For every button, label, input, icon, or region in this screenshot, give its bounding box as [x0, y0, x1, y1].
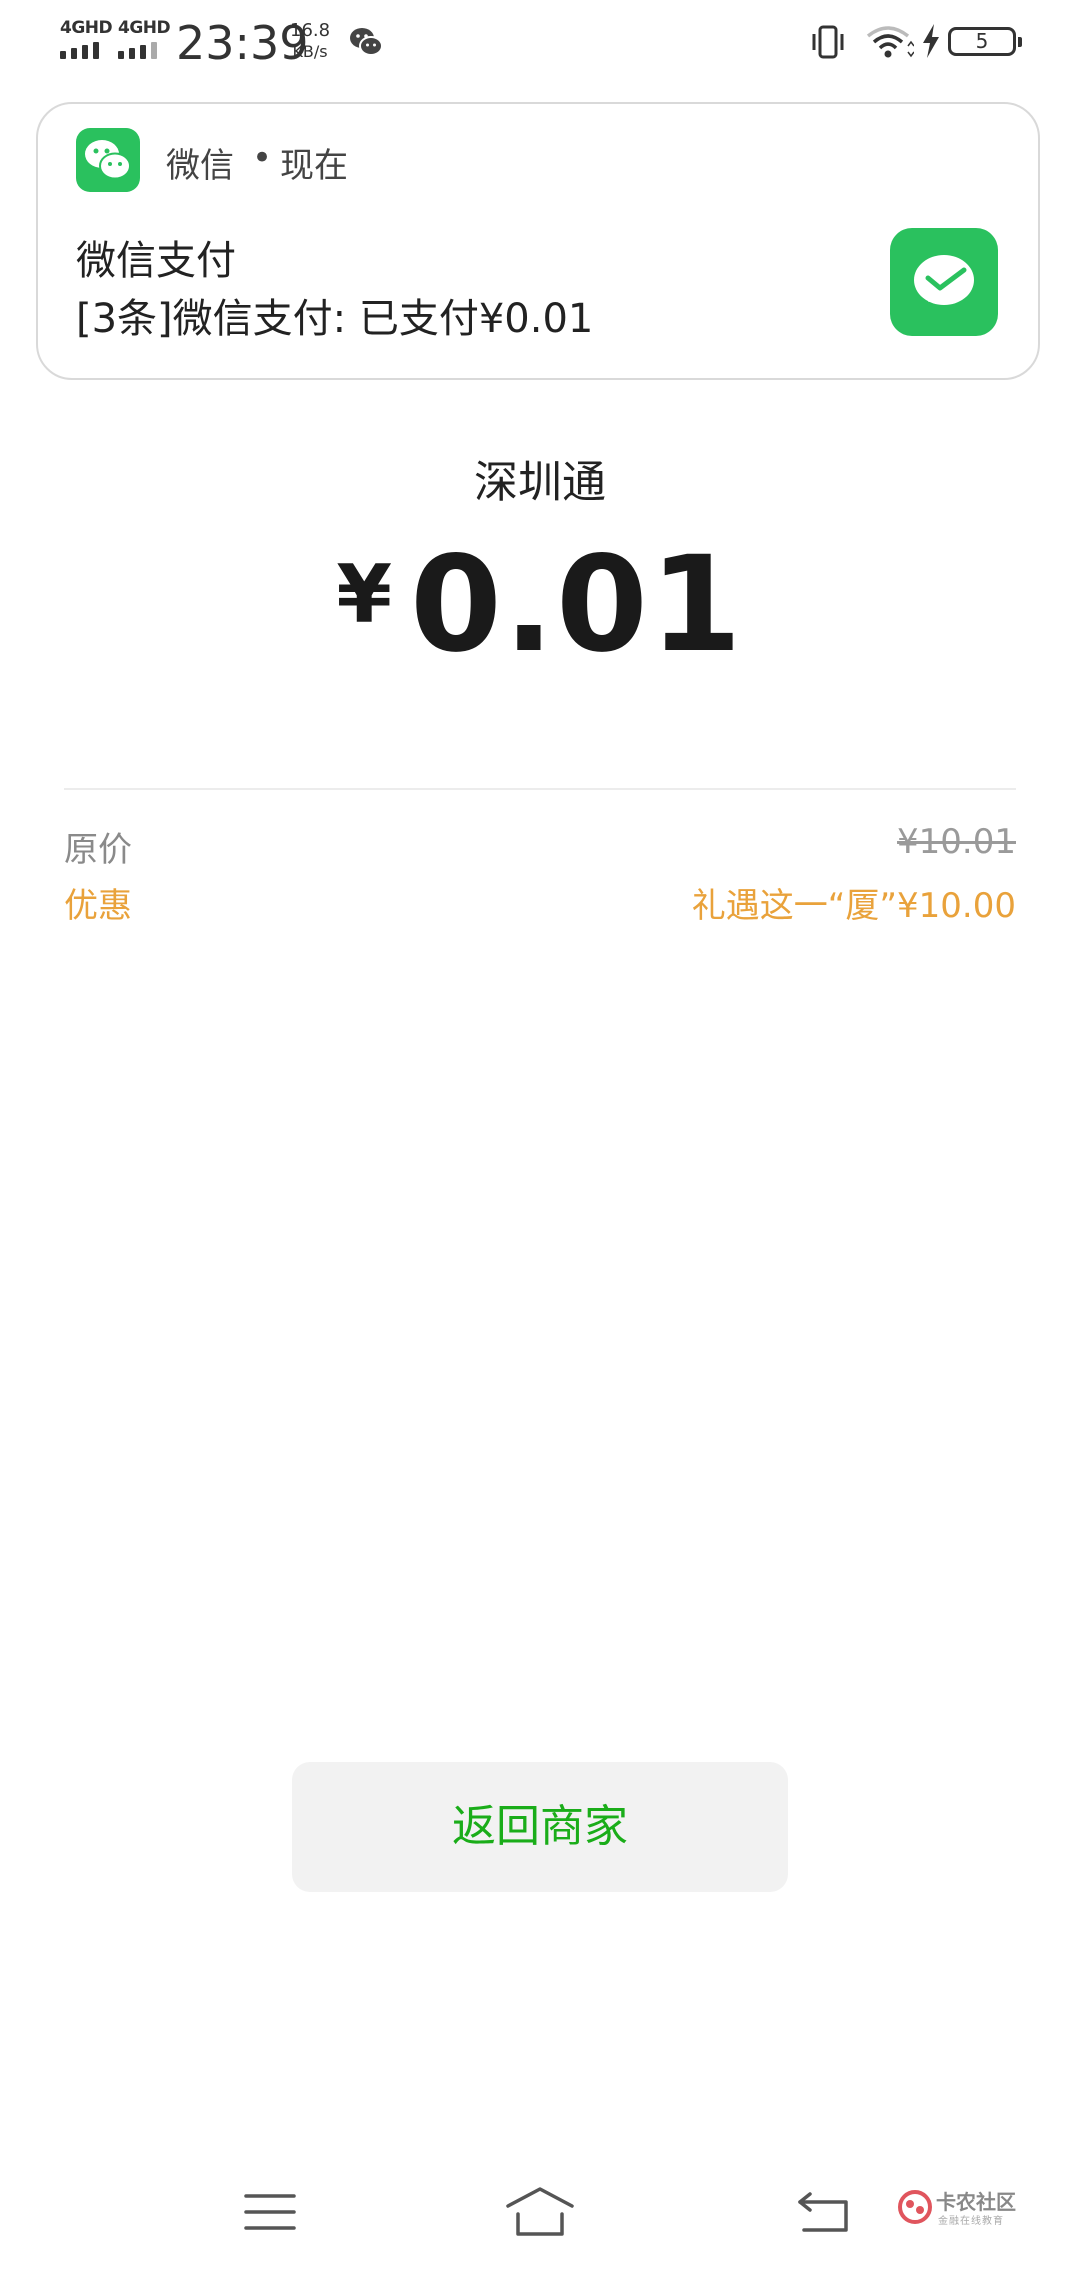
network-speed-unit: KB/s — [292, 42, 328, 61]
battery-icon: 5 — [948, 27, 1022, 56]
charging-icon — [923, 24, 939, 58]
sim1-network-label: 4GHD — [60, 18, 113, 38]
discount-label: 优惠 — [64, 886, 132, 926]
notification-app-name: 微信 — [166, 146, 234, 186]
wechat-notification[interactable]: 微信 • 现在 微信支付 [3条]微信支付: 已支付¥0.01 — [36, 102, 1040, 380]
divider — [64, 788, 1016, 790]
status-clock: 23:39 — [176, 16, 309, 70]
watermark-subtitle: 金融在线教育 — [938, 2216, 1004, 2227]
discount-value: 礼遇这一“厦”¥10.00 — [691, 886, 1016, 926]
notification-separator: • — [252, 138, 273, 178]
discount-row: 优惠 礼遇这一“厦”¥10.00 — [64, 878, 1016, 928]
status-bar: 4GHD 4GHD 23:39 16.8 KB/s 5 — [0, 0, 1080, 84]
merchant-name: 深圳通 — [474, 457, 606, 508]
vibrate-icon — [812, 25, 844, 59]
original-price-value: ¥10.01 — [897, 822, 1016, 862]
back-icon[interactable] — [796, 2190, 850, 2234]
watermark: 卡农社区 金融在线教育 — [898, 2184, 1018, 2232]
currency-symbol: ¥ — [336, 548, 392, 641]
wechat-icon — [350, 28, 383, 56]
network-speed: 16.8 KB/s — [290, 20, 330, 62]
back-to-merchant-button[interactable]: 返回商家 — [292, 1762, 788, 1892]
watermark-title: 卡农社区 — [936, 2190, 1016, 2214]
menu-icon[interactable] — [244, 2192, 296, 2232]
original-price-row: 原价 ¥10.01 — [64, 822, 1016, 872]
network-speed-value: 16.8 — [290, 20, 331, 41]
wifi-icon — [866, 26, 914, 58]
original-price-label: 原价 — [64, 830, 132, 870]
signal-bars-icon — [60, 42, 99, 59]
payment-amount: ¥0.01 — [0, 528, 1080, 682]
kanong-logo-icon — [898, 2190, 932, 2224]
wechat-pay-icon — [890, 228, 998, 336]
home-icon[interactable] — [504, 2186, 576, 2238]
sim2-network-label: 4GHD — [118, 18, 171, 38]
notification-title: 微信支付 — [76, 238, 236, 284]
notification-time: 现在 — [280, 146, 348, 186]
signal-bars-icon — [118, 42, 157, 59]
wechat-app-icon — [76, 128, 140, 192]
notification-body: [3条]微信支付: 已支付¥0.01 — [76, 296, 594, 342]
amount-value: 0.01 — [409, 528, 744, 682]
